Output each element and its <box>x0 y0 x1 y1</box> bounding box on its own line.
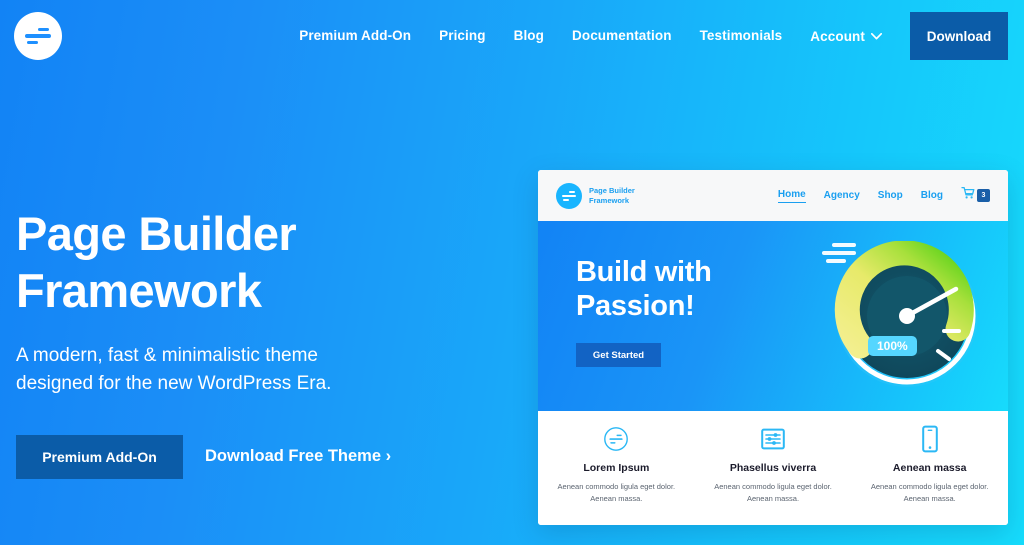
feature-title: Aenean massa <box>892 462 967 474</box>
mockup-navigation: Home Agency Shop Blog 3 <box>777 186 990 205</box>
mockup-nav-item-home[interactable]: Home <box>777 189 806 203</box>
hero-subtitle: A modern, fast & minimalistic theme desi… <box>16 344 332 395</box>
main-navigation: Premium Add-On Pricing Blog Documentatio… <box>285 0 1024 72</box>
mockup-brand[interactable]: Page Builder Framework <box>556 182 635 209</box>
mockup-nav-item-shop[interactable]: Shop <box>878 190 903 201</box>
mockup-hero-title: Build with Passion! <box>576 256 712 323</box>
site-header: Premium Add-On Pricing Blog Documentatio… <box>0 0 1024 72</box>
download-button[interactable]: Download <box>910 12 1008 60</box>
gauge-value-badge: 100% <box>868 336 917 356</box>
premium-addon-button[interactable]: Premium Add-On <box>16 434 183 479</box>
hero-section: Page Builder Framework A modern, fast & … <box>16 205 486 479</box>
mockup-brand-name: Page Builder Framework <box>589 185 635 205</box>
logo-glyph <box>25 27 51 45</box>
hero-actions: Premium Add-On Download Free Theme › <box>16 434 486 479</box>
cart-count-badge: 3 <box>977 189 990 202</box>
brand-logo-icon[interactable] <box>14 12 62 60</box>
feature-text: Aenean commodo ligula eget dolor. Aenean… <box>714 482 832 504</box>
landing-page: Premium Add-On Pricing Blog Documentatio… <box>0 0 1024 545</box>
nav-item-blog[interactable]: Blog <box>500 0 558 72</box>
mockup-hero: Build with Passion! Get Started 100% <box>538 221 1008 411</box>
speedometer-icon: 100% <box>832 240 982 391</box>
mockup-nav-item-blog[interactable]: Blog <box>921 190 943 201</box>
hero-title: Page Builder Framework <box>16 207 297 318</box>
feature-text: Aenean commodo ligula eget dolor. Aenean… <box>557 482 676 504</box>
nav-item-testimonials[interactable]: Testimonials <box>686 0 797 72</box>
feature-item: Phasellus viverra Aenean commodo ligula … <box>695 425 852 506</box>
feature-title: Lorem Ipsum <box>583 462 650 474</box>
nav-item-documentation[interactable]: Documentation <box>558 0 686 72</box>
feature-text: Aenean commodo ligula eget dolor. Aenean… <box>870 482 989 504</box>
mockup-hero-copy: Build with Passion! Get Started <box>576 255 712 368</box>
mockup-cart[interactable]: 3 <box>961 186 990 205</box>
nav-item-pricing[interactable]: Pricing <box>425 0 499 72</box>
theme-preview-mockup: Page Builder Framework Home Agency Shop … <box>538 170 1008 525</box>
feature-item: Lorem Ipsum Aenean commodo ligula eget d… <box>538 425 695 506</box>
mockup-logo-icon <box>556 182 582 209</box>
nav-item-premium-add-on[interactable]: Premium Add-On <box>285 0 425 72</box>
equals-divide-circle-icon <box>548 425 685 453</box>
shopping-cart-icon <box>961 186 976 205</box>
mockup-header: Page Builder Framework Home Agency Shop … <box>538 170 1008 221</box>
mockup-features: Lorem Ipsum Aenean commodo ligula eget d… <box>538 411 1008 525</box>
feature-title: Phasellus viverra <box>729 462 817 474</box>
chevron-down-icon <box>871 32 882 40</box>
nav-item-account[interactable]: Account <box>796 0 896 72</box>
feature-item: Aenean massa Aenean commodo ligula eget … <box>851 425 1008 506</box>
nav-item-account-label: Account <box>810 28 865 44</box>
download-free-theme-link[interactable]: Download Free Theme › <box>205 447 391 466</box>
get-started-button[interactable]: Get Started <box>576 343 661 368</box>
mockup-nav-item-agency[interactable]: Agency <box>824 190 860 201</box>
mobile-phone-icon <box>861 425 998 453</box>
mockup-logo-glyph <box>562 190 576 201</box>
sliders-settings-icon <box>705 425 842 453</box>
